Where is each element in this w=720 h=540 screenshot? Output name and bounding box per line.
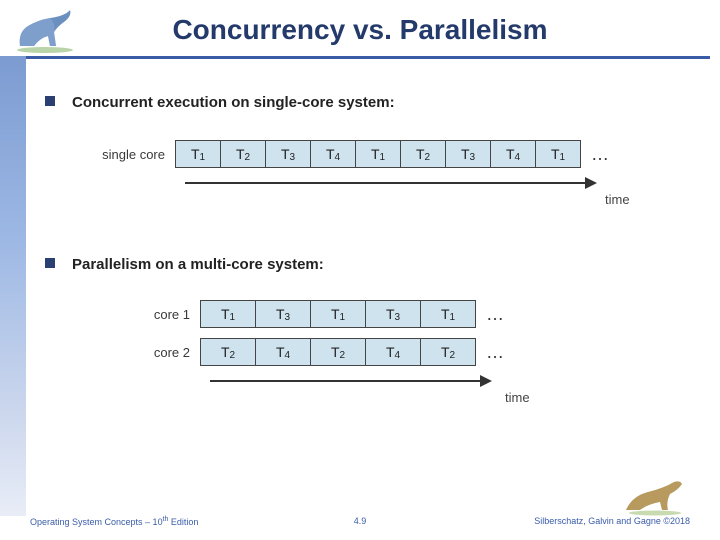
task-cell: T3 <box>365 300 421 328</box>
task-cell: T4 <box>310 140 356 168</box>
arrow-head-icon <box>480 375 492 387</box>
row-label-core-1: core 1 <box>130 307 200 322</box>
task-cell: T2 <box>220 140 266 168</box>
row-label-core-2: core 2 <box>130 345 200 360</box>
task-cell: T2 <box>400 140 446 168</box>
task-cell: T4 <box>365 338 421 366</box>
bullet-text-2: Parallelism on a multi-core system: <box>72 256 324 273</box>
bullet-text-1: Concurrent execution on single-core syst… <box>72 94 395 111</box>
diagram-single-core: single core T1 T2 T3 T4 T1 T2 T3 T4 T1 …… <box>85 140 645 200</box>
task-cell: T3 <box>255 300 311 328</box>
page-title: Concurrency vs. Parallelism <box>0 14 720 46</box>
dinosaur-footer-icon <box>620 476 690 516</box>
task-cell: T1 <box>200 300 256 328</box>
task-cell: T1 <box>175 140 221 168</box>
task-cell: T1 <box>420 300 476 328</box>
header-rule <box>26 56 710 59</box>
row-label-single-core: single core <box>85 147 175 162</box>
sidebar-gradient <box>0 56 26 516</box>
bullet-icon <box>45 96 55 106</box>
arrow-line <box>185 182 585 184</box>
task-cell: T1 <box>535 140 581 168</box>
task-cell: T1 <box>310 300 366 328</box>
footer-right: Silberschatz, Galvin and Gagne ©2018 <box>534 516 690 526</box>
slide-footer: Operating System Concepts – 10th Edition… <box>0 516 720 532</box>
task-cell: T2 <box>200 338 256 366</box>
task-cell: T2 <box>310 338 366 366</box>
arrow-line <box>210 380 480 382</box>
ellipsis: … <box>581 144 609 165</box>
arrow-head-icon <box>585 177 597 189</box>
ellipsis: … <box>476 342 504 363</box>
diagram-multi-core: core 1 T1 T3 T1 T3 T1 … core 2 T2 T4 T2 … <box>130 300 600 398</box>
task-cell: T2 <box>420 338 476 366</box>
core1-cells: T1 T3 T1 T3 T1 <box>200 300 476 328</box>
task-cell: T3 <box>265 140 311 168</box>
task-cell: T3 <box>445 140 491 168</box>
time-label: time <box>505 390 530 405</box>
task-cell: T4 <box>490 140 536 168</box>
single-core-cells: T1 T2 T3 T4 T1 T2 T3 T4 T1 <box>175 140 581 168</box>
bullet-icon <box>45 258 55 268</box>
core2-cells: T2 T4 T2 T4 T2 <box>200 338 476 366</box>
task-cell: T1 <box>355 140 401 168</box>
time-arrow: time <box>185 176 645 200</box>
task-cell: T4 <box>255 338 311 366</box>
ellipsis: … <box>476 304 504 325</box>
time-arrow: time <box>210 374 600 398</box>
time-label: time <box>605 192 630 207</box>
